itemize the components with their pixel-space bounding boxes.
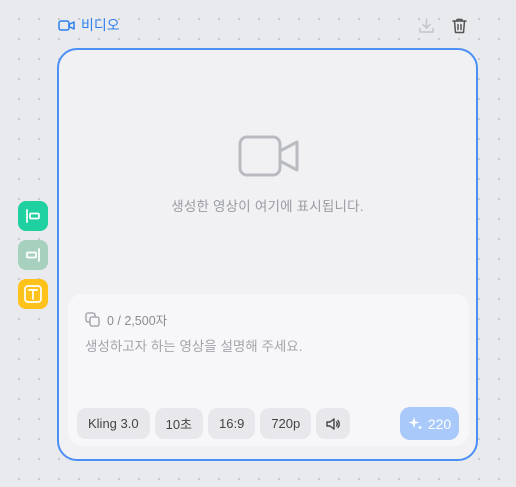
align-right-button[interactable]	[18, 240, 48, 270]
text-icon	[24, 285, 42, 303]
model-select[interactable]: Kling 3.0	[77, 408, 150, 439]
node-header: 비디오	[58, 15, 478, 39]
aspect-ratio-select[interactable]: 16:9	[208, 408, 256, 439]
align-right-icon	[26, 248, 40, 262]
prompt-box: 0 / 2,500자 Kling 3.0 10초 16:9 720p 220	[68, 294, 469, 446]
prompt-input[interactable]	[85, 335, 455, 395]
empty-preview-text: 생성한 영상이 여기에 표시됩니다.	[171, 199, 364, 214]
options-toolbar: Kling 3.0 10초 16:9 720p	[77, 408, 351, 439]
side-toolbar	[18, 201, 48, 309]
resolution-select[interactable]: 720p	[260, 408, 312, 439]
download-button[interactable]	[417, 16, 435, 34]
sound-toggle[interactable]	[316, 408, 351, 439]
video-camera-icon	[238, 135, 299, 177]
copy-icon	[85, 312, 100, 327]
align-left-icon	[26, 209, 40, 223]
duration-select[interactable]: 10초	[154, 408, 204, 439]
text-tool-button[interactable]	[18, 279, 48, 309]
node-title-label: 비디오	[81, 17, 120, 33]
delete-button[interactable]	[450, 16, 468, 34]
char-count-row: 0 / 2,500자	[85, 310, 167, 329]
sparkle-icon	[408, 417, 423, 430]
node-title: 비디오	[58, 15, 120, 35]
generate-credits: 220	[427, 415, 452, 432]
video-node-card[interactable]: 생성한 영상이 여기에 표시됩니다. 0 / 2,500자 Kling 3.0 …	[57, 48, 478, 461]
speaker-icon	[326, 417, 341, 430]
char-count: 0 / 2,500자	[107, 314, 168, 328]
header-actions	[417, 16, 468, 34]
video-camera-icon	[58, 17, 75, 34]
download-icon	[418, 17, 434, 33]
align-left-button[interactable]	[18, 201, 48, 231]
generate-button[interactable]: 220	[400, 407, 459, 440]
trash-icon	[451, 18, 467, 33]
